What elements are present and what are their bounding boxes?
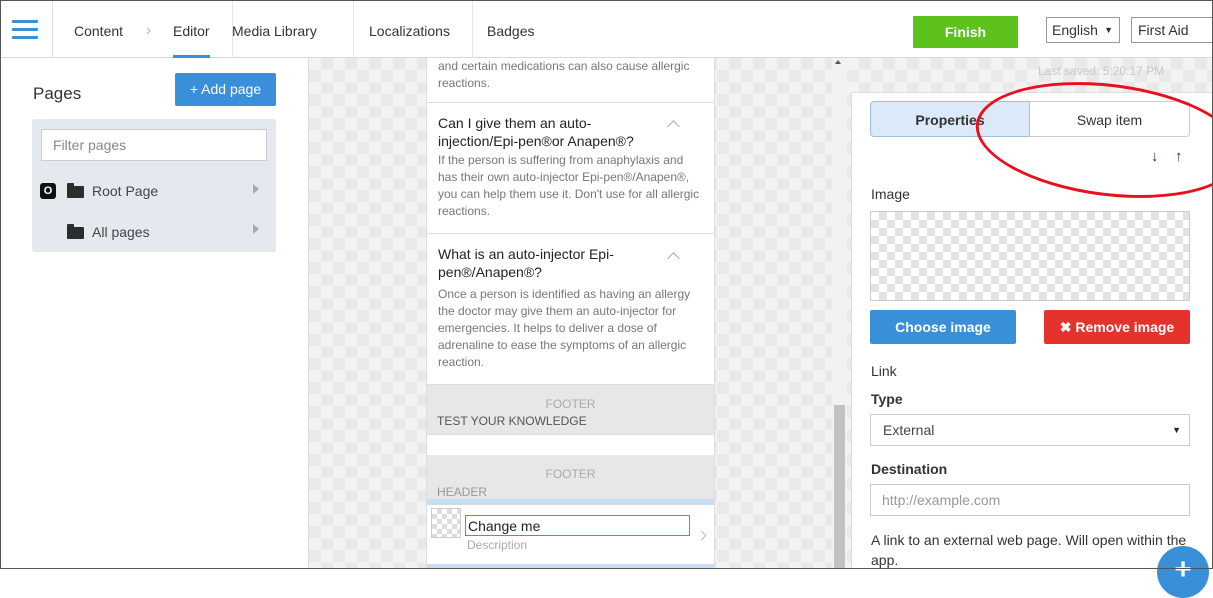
choose-image-button[interactable]: Choose image bbox=[870, 310, 1016, 344]
header-label: HEADER bbox=[437, 485, 488, 499]
folder-icon bbox=[67, 183, 84, 198]
finish-button[interactable]: Finish bbox=[913, 16, 1018, 48]
selection-strip bbox=[427, 564, 714, 569]
footer-caption: FOOTER bbox=[545, 467, 596, 481]
folder-icon bbox=[67, 224, 84, 239]
expand-arrow-icon[interactable] bbox=[253, 224, 259, 234]
breadcrumb-chevron-icon: › bbox=[146, 22, 152, 39]
item-title-input[interactable] bbox=[465, 515, 690, 536]
project-select[interactable]: First Aid bbox=[1131, 17, 1213, 43]
expand-arrow-icon[interactable] bbox=[253, 184, 259, 194]
dropdown-caret-icon: ▼ bbox=[1172, 425, 1181, 435]
top-bar: Content › Editor Media Library Localizat… bbox=[0, 0, 1213, 58]
type-label: Type bbox=[871, 391, 903, 407]
link-type-value: External bbox=[883, 422, 935, 438]
destination-label: Destination bbox=[871, 461, 948, 477]
move-down-icon[interactable]: ↓ bbox=[1151, 148, 1159, 165]
tab-media-library[interactable]: Media Library bbox=[232, 0, 317, 58]
destination-input[interactable] bbox=[870, 484, 1190, 516]
tree-item-label: All pages bbox=[92, 224, 150, 240]
item-title: Can I give them an auto-injection/Epi-pe… bbox=[438, 115, 634, 149]
tab-content[interactable]: Content bbox=[74, 0, 123, 58]
tab-editor[interactable]: Editor bbox=[173, 0, 210, 58]
tab-swap-item[interactable]: Swap item bbox=[1030, 101, 1190, 137]
language-value: English bbox=[1052, 22, 1098, 38]
item-body: Once a person is identified as having an… bbox=[438, 287, 691, 369]
collapse-chevron-icon[interactable] bbox=[667, 120, 680, 133]
tree-item-root-page[interactable]: O Root Page bbox=[40, 181, 265, 201]
link-help-text: A link to an external web page. Will ope… bbox=[871, 532, 1187, 568]
item-thumbnail[interactable] bbox=[431, 508, 461, 538]
footer-caption: FOOTER bbox=[545, 397, 596, 411]
tab-localizations[interactable]: Localizations bbox=[369, 0, 450, 58]
item-description: Description bbox=[467, 538, 528, 552]
collapse-chevron-icon[interactable] bbox=[667, 252, 680, 265]
add-page-button[interactable]: + Add page bbox=[175, 73, 276, 106]
root-badge: O bbox=[40, 183, 56, 199]
preview-text: and certain medications can also cause a… bbox=[438, 59, 690, 90]
tree-item-all-pages[interactable]: All pages bbox=[40, 222, 265, 242]
item-title: What is an auto-injector Epi-pen®/Anapen… bbox=[438, 246, 614, 280]
divider bbox=[472, 0, 473, 58]
phone-preview: and certain medications can also cause a… bbox=[426, 58, 715, 569]
item-body: If the person is suffering from anaphyla… bbox=[438, 153, 700, 218]
divider bbox=[427, 434, 714, 435]
pages-title: Pages bbox=[33, 84, 82, 103]
divider bbox=[427, 233, 714, 234]
divider bbox=[353, 0, 354, 58]
tab-properties[interactable]: Properties bbox=[870, 101, 1030, 137]
dropdown-caret-icon: ▼ bbox=[1104, 25, 1113, 35]
remove-image-button[interactable]: ✖ Remove image bbox=[1044, 310, 1190, 344]
last-saved-status: Last saved: 5:20:17 PM bbox=[1038, 64, 1165, 78]
selection-strip bbox=[427, 499, 714, 505]
image-label: Image bbox=[871, 186, 910, 202]
chevron-right-icon[interactable] bbox=[696, 530, 707, 541]
divider bbox=[427, 102, 714, 103]
tree-item-label: Root Page bbox=[92, 183, 159, 199]
link-type-select[interactable]: External ▼ bbox=[870, 414, 1190, 446]
language-select[interactable]: English ▼ bbox=[1046, 17, 1120, 43]
link-label: Link bbox=[871, 363, 897, 379]
test-knowledge-label: TEST YOUR KNOWLEDGE bbox=[437, 414, 587, 428]
add-fab-button[interactable]: + bbox=[1157, 546, 1209, 598]
tab-badges[interactable]: Badges bbox=[487, 0, 534, 58]
filter-pages-input[interactable] bbox=[41, 129, 267, 161]
divider bbox=[52, 0, 53, 58]
scrollbar-thumb[interactable] bbox=[834, 405, 845, 569]
hamburger-menu-icon[interactable] bbox=[8, 12, 42, 46]
scroll-up-icon[interactable] bbox=[835, 60, 841, 64]
image-placeholder[interactable] bbox=[870, 211, 1190, 301]
move-up-icon[interactable]: ↑ bbox=[1175, 148, 1183, 165]
